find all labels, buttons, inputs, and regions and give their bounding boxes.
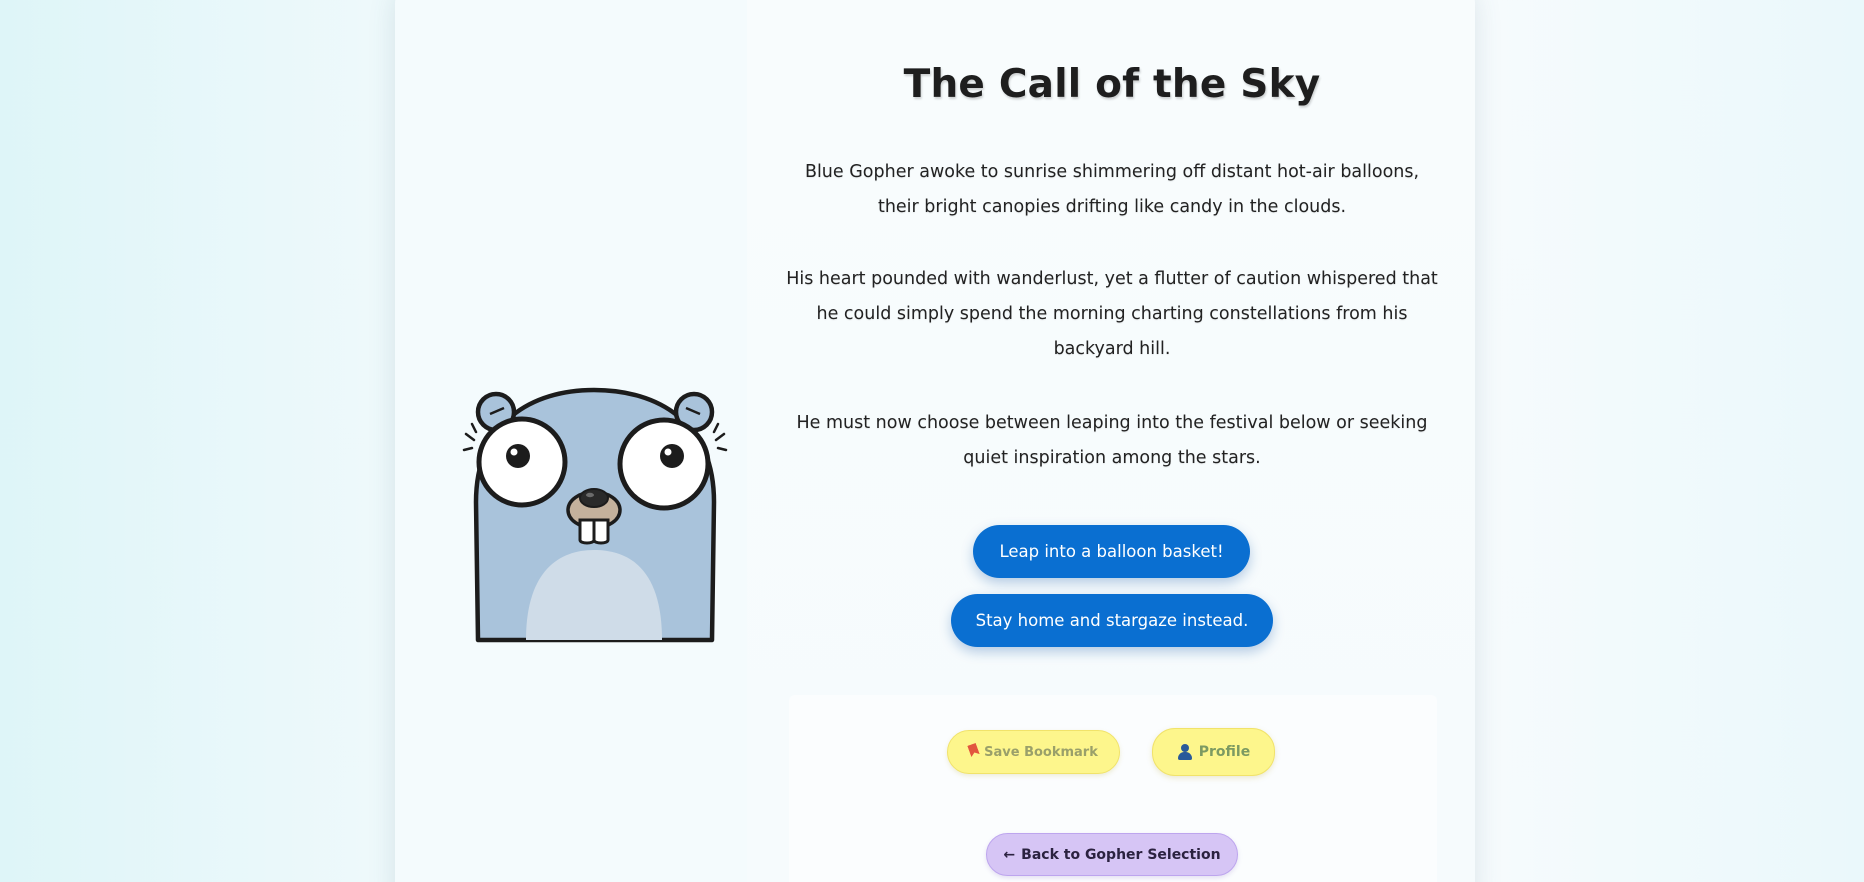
- story-title: The Call of the Sky: [903, 62, 1321, 107]
- arrow-left-icon: ←: [1003, 846, 1016, 863]
- story-paragraph-3: He must now choose between leaping into …: [796, 413, 1428, 468]
- person-icon: [1177, 744, 1193, 760]
- choice-button-leap[interactable]: Leap into a balloon basket!: [973, 525, 1250, 578]
- save-bookmark-button[interactable]: Save Bookmark: [947, 730, 1120, 774]
- profile-button[interactable]: Profile: [1152, 728, 1275, 776]
- save-bookmark-label: Save Bookmark: [984, 744, 1098, 760]
- profile-label: Profile: [1198, 744, 1251, 760]
- gopher-illustration: [462, 382, 730, 644]
- bookmark-icon: [969, 744, 978, 760]
- choice-button-stay[interactable]: Stay home and stargaze instead.: [951, 594, 1273, 647]
- story-paragraph-1: Blue Gopher awoke to sunrise shimmering …: [804, 162, 1420, 217]
- back-to-gopher-selection-button[interactable]: ← Back to Gopher Selection: [986, 833, 1238, 876]
- story-paragraph-2: His heart pounded with wanderlust, yet a…: [786, 269, 1438, 359]
- back-label: Back to Gopher Selection: [1021, 846, 1221, 863]
